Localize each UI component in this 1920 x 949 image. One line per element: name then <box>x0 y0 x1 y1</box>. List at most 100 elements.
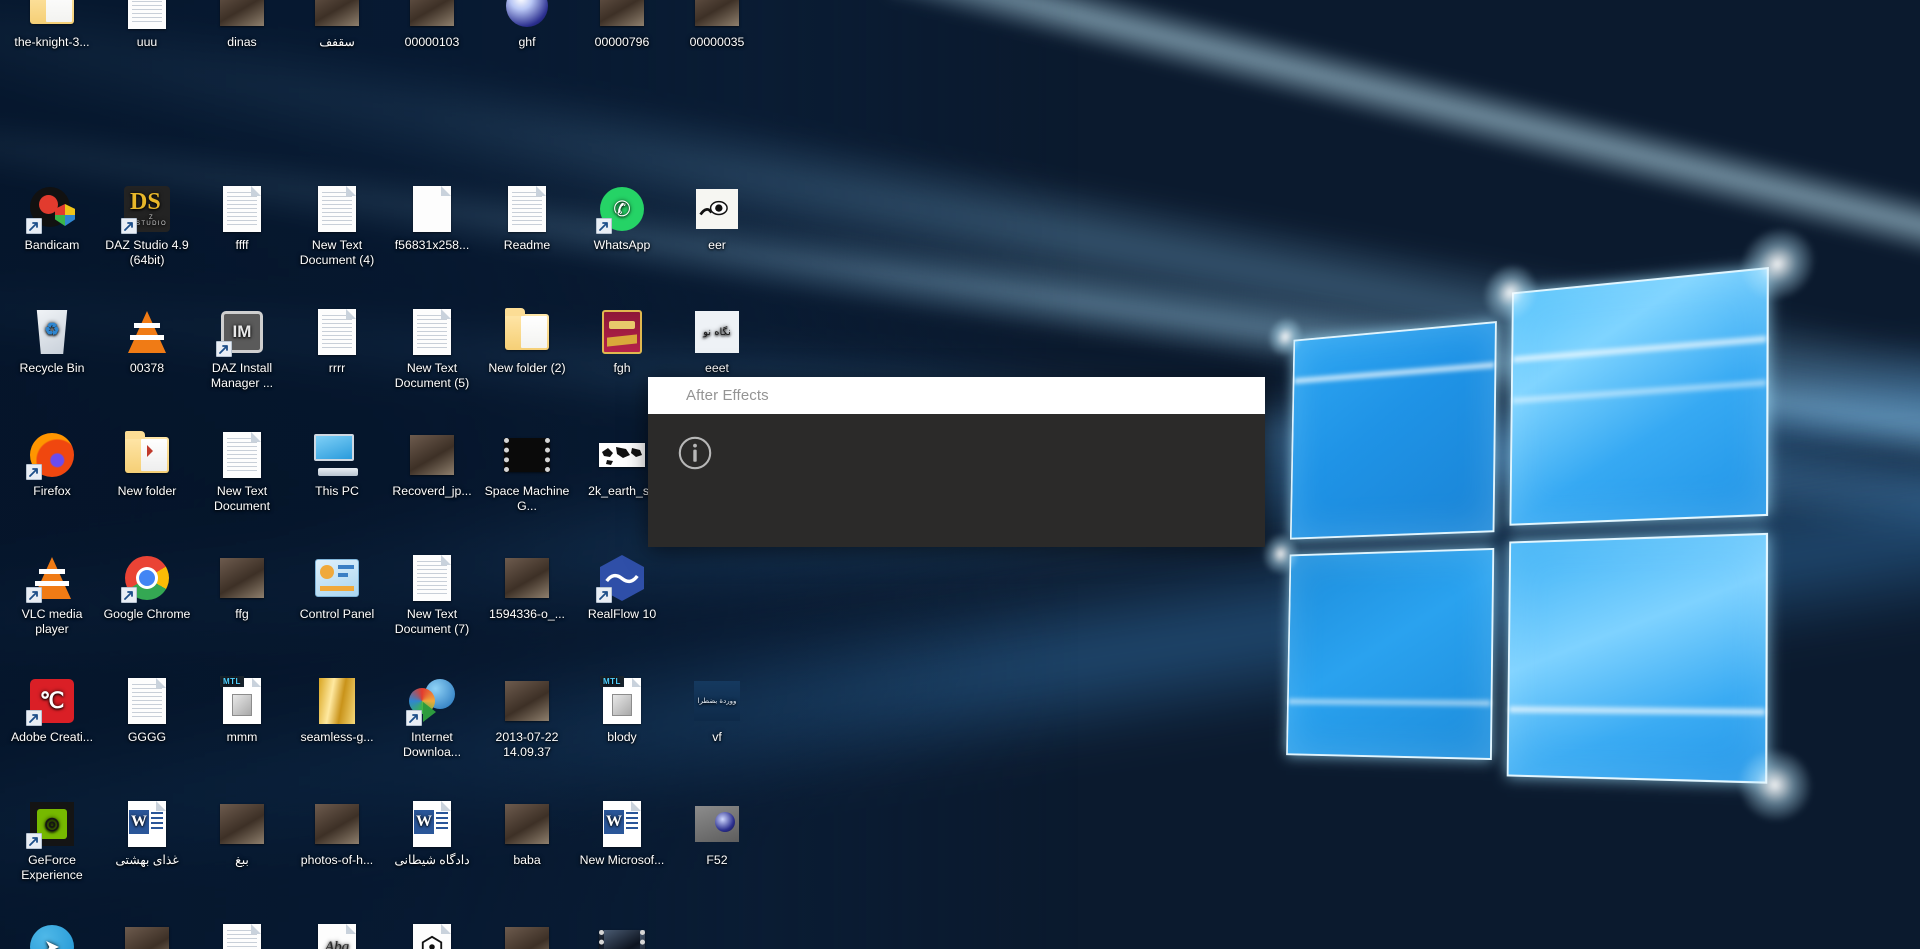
info-icon <box>678 436 712 470</box>
desktop-icon[interactable]: New Text Document (5) <box>386 308 478 391</box>
desktop-icon[interactable]: photos-of-h... <box>291 800 383 868</box>
dialog-titlebar[interactable]: After Effects <box>648 377 1265 414</box>
desktop-icon[interactable]: Google Chrome <box>101 554 193 622</box>
desktop-icon[interactable]: ◎ GeForce Experience <box>6 800 98 883</box>
shortcut-overlay-icon <box>121 218 137 234</box>
shortcut-overlay-icon <box>406 710 422 726</box>
desktop-icon[interactable]: New folder (2) <box>481 308 573 376</box>
desktop-icon[interactable]: ووردة بضطرا vf <box>671 677 763 745</box>
desktop-icon[interactable]: Space Machine G... <box>481 431 573 514</box>
desktop-icon[interactable]: Readme <box>481 185 573 253</box>
desktop-icon-label: rrrr <box>328 361 346 375</box>
desktop-icon[interactable]: New Text Document (2) <box>196 923 288 949</box>
desktop-icon[interactable]: 00000035 <box>671 0 763 50</box>
desktop-icon[interactable]: RealFlow 10 <box>576 554 668 622</box>
doc-icon <box>218 185 266 233</box>
desktop-icon[interactable]: the-knight-3... <box>6 0 98 50</box>
desktop-icon[interactable]: 1594336-o_... <box>481 554 573 622</box>
desktop-icon[interactable]: ببغ <box>196 800 288 868</box>
folder-v-icon <box>123 431 171 479</box>
desktop-icon[interactable]: Firefox <box>6 431 98 499</box>
desktop-icon[interactable]: 00378 <box>101 308 193 376</box>
desktop-icon[interactable]: rrrr <box>291 308 383 376</box>
desktop-icon[interactable]: 00387 <box>576 923 668 949</box>
photo-icon <box>503 677 551 725</box>
desktop-icon[interactable]: 2013-07-22 14.09.37 <box>481 677 573 760</box>
desktop-icon[interactable]: Internet Downloa... <box>386 677 478 760</box>
desktop-icon[interactable]: baba <box>481 800 573 868</box>
image-thumbnail-icon <box>410 0 454 26</box>
desktop-icon[interactable]: Recoverd_jp... <box>386 431 478 499</box>
desktop-icon[interactable]: Abgparamount... <box>291 923 383 949</box>
desktop-icon[interactable]: seamless-g... <box>291 677 383 745</box>
desktop-icon[interactable]: 00000103 <box>386 0 478 50</box>
desktop-icon[interactable]: IM DAZ Install Manager ... <box>196 308 288 391</box>
desktop-icon[interactable]: ➤Telegram <box>6 923 98 949</box>
photo-icon <box>123 923 171 949</box>
doc-icon <box>313 308 361 356</box>
recyclebin-icon: ♻ <box>28 308 76 356</box>
image-thumbnail-icon <box>125 927 169 949</box>
desktop-icon-label: Adobe Creati... <box>10 730 94 744</box>
film-icon <box>503 431 551 479</box>
desktop-icon-label: DAZ Studio 4.9 (64bit) <box>105 238 189 267</box>
desktop-icon[interactable]: fgh <box>576 308 668 376</box>
image-thumbnail-icon <box>505 681 549 721</box>
dim-icon: IM <box>216 308 266 357</box>
desktop-icon-label: RealFlow 10 <box>587 607 657 621</box>
desktop-icon[interactable]: Bandicam <box>6 185 98 253</box>
desktop-icon[interactable]: سقفف <box>291 0 383 50</box>
desktop-icon[interactable]: ✆ WhatsApp <box>576 185 668 253</box>
desktop[interactable]: the-knight-3... uuu dinas سقفف 00000103 ghf 00… <box>0 0 1920 949</box>
desktop-icon[interactable]: New Text Document (7) <box>386 554 478 637</box>
photo-icon <box>313 800 361 848</box>
desktop-icon[interactable]: F52 <box>671 800 763 868</box>
desktop-icon[interactable]: W غذای بهشتی <box>101 800 193 868</box>
desktop-icon[interactable]: GGGG <box>101 677 193 745</box>
desktop-icon[interactable]: expouse <box>101 923 193 949</box>
image-thumbnail-icon <box>505 927 549 949</box>
this-pc-icon <box>314 434 360 476</box>
desktop-icon[interactable]: f56831x258... <box>386 185 478 253</box>
desktop-icon[interactable]: ffg <box>196 554 288 622</box>
desktop-icon[interactable]: MTL mmm <box>196 676 288 745</box>
desktop-icon[interactable]: dinas <box>196 0 288 50</box>
desktop-icon[interactable]: 2013-10-02 09.09.58 <box>481 923 573 949</box>
desktop-icon-label: New folder <box>117 484 177 498</box>
desktop-icon[interactable]: W New Microsof... <box>576 800 668 868</box>
desktop-icon-label: f56831x258... <box>394 238 470 252</box>
desktop-icon[interactable]: ℃ Adobe Creati... <box>6 677 98 745</box>
desktop-icon[interactable]: 00000796 <box>576 0 668 50</box>
geforce-icon: ◎ <box>26 800 76 849</box>
desktop-icon[interactable]: Control Panel <box>291 554 383 622</box>
vlc-icon <box>128 311 166 353</box>
earth-icon <box>598 431 646 479</box>
desktop-icon[interactable]: New folder <box>101 431 193 499</box>
photo-icon <box>503 923 551 949</box>
desktop-icon[interactable]: نگاه نو eeet <box>671 308 763 376</box>
desktop-icon[interactable]: This PC <box>291 431 383 499</box>
desktop-icon[interactable]: DS Z STUDIO DAZ Studio 4.9 (64bit) <box>101 185 193 268</box>
desktop-icon-label: uuu <box>136 35 158 49</box>
text-document-icon <box>318 186 356 232</box>
dialog-title: After Effects <box>686 387 769 404</box>
desktop-icon[interactable]: gggu <box>386 923 478 949</box>
desktop-icon[interactable]: ffff <box>196 185 288 253</box>
desktop-icon[interactable]: ♻ Recycle Bin <box>6 308 98 376</box>
desktop-icon[interactable]: New Text Document (4) <box>291 185 383 268</box>
image-thumbnail-icon <box>600 0 644 26</box>
desktop-icon[interactable]: uuu <box>101 0 193 50</box>
desktop-icon[interactable]: eer <box>671 185 763 253</box>
desktop-icon[interactable]: New Text Document <box>196 431 288 514</box>
after-effects-dialog[interactable]: After Effects <box>648 377 1265 547</box>
desktop-icon[interactable]: W دادگاه شیطانی <box>386 800 478 868</box>
doc-icon <box>218 431 266 479</box>
doc-icon <box>408 554 456 602</box>
desktop-icon-label: Space Machine G... <box>484 484 570 513</box>
mtl-icon: MTL <box>598 676 646 725</box>
arabic-text-image-icon: نگاه نو <box>695 311 739 353</box>
desktop-icon-label: This PC <box>315 484 359 498</box>
desktop-icon[interactable]: ghf <box>481 0 573 50</box>
desktop-icon[interactable]: VLC media player <box>6 554 98 637</box>
desktop-icon[interactable]: MTL blody <box>576 676 668 745</box>
